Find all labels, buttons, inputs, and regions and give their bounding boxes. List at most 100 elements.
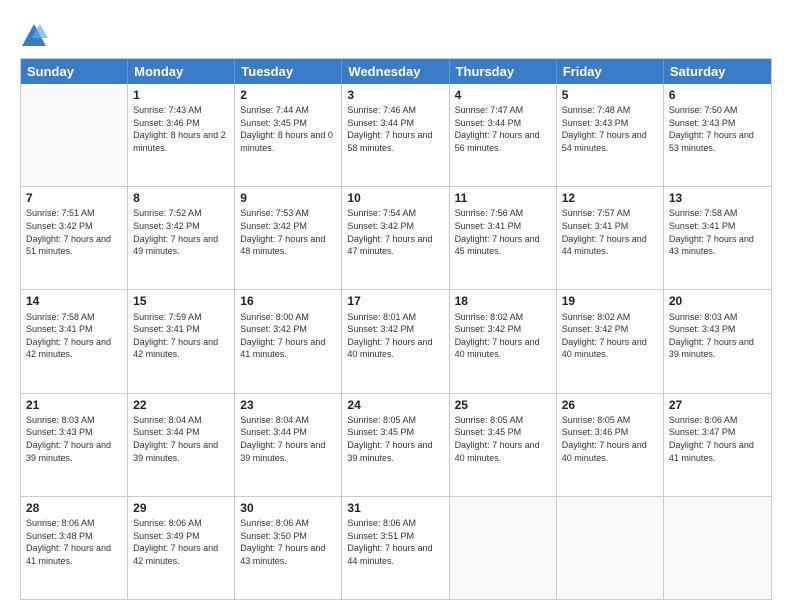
day-cell-27: 27Sunrise: 8:06 AMSunset: 3:47 PMDayligh… xyxy=(664,394,771,496)
cell-info: Sunrise: 7:54 AMSunset: 3:42 PMDaylight:… xyxy=(347,207,443,257)
day-cell-26: 26Sunrise: 8:05 AMSunset: 3:46 PMDayligh… xyxy=(557,394,664,496)
cell-info: Sunrise: 7:51 AMSunset: 3:42 PMDaylight:… xyxy=(26,207,122,257)
day-number: 1 xyxy=(133,87,229,103)
day-number: 6 xyxy=(669,87,766,103)
cell-info: Sunrise: 8:02 AMSunset: 3:42 PMDaylight:… xyxy=(562,311,658,361)
cell-info: Sunrise: 7:56 AMSunset: 3:41 PMDaylight:… xyxy=(455,207,551,257)
cell-info: Sunrise: 8:04 AMSunset: 3:44 PMDaylight:… xyxy=(133,414,229,464)
cell-info: Sunrise: 8:06 AMSunset: 3:50 PMDaylight:… xyxy=(240,517,336,567)
calendar: SundayMondayTuesdayWednesdayThursdayFrid… xyxy=(20,58,772,600)
calendar-header: SundayMondayTuesdayWednesdayThursdayFrid… xyxy=(21,59,771,84)
cell-info: Sunrise: 8:01 AMSunset: 3:42 PMDaylight:… xyxy=(347,311,443,361)
cell-info: Sunrise: 7:59 AMSunset: 3:41 PMDaylight:… xyxy=(133,311,229,361)
day-number: 22 xyxy=(133,397,229,413)
cell-info: Sunrise: 8:03 AMSunset: 3:43 PMDaylight:… xyxy=(26,414,122,464)
day-number: 11 xyxy=(455,190,551,206)
cell-info: Sunrise: 7:50 AMSunset: 3:43 PMDaylight:… xyxy=(669,104,766,154)
header-day-sunday: Sunday xyxy=(21,59,128,84)
header-day-monday: Monday xyxy=(128,59,235,84)
day-cell-13: 13Sunrise: 7:58 AMSunset: 3:41 PMDayligh… xyxy=(664,187,771,289)
day-number: 3 xyxy=(347,87,443,103)
cell-info: Sunrise: 8:04 AMSunset: 3:44 PMDaylight:… xyxy=(240,414,336,464)
day-number: 13 xyxy=(669,190,766,206)
day-cell-1: 1Sunrise: 7:43 AMSunset: 3:46 PMDaylight… xyxy=(128,84,235,186)
day-number: 27 xyxy=(669,397,766,413)
day-cell-29: 29Sunrise: 8:06 AMSunset: 3:49 PMDayligh… xyxy=(128,497,235,599)
day-cell-12: 12Sunrise: 7:57 AMSunset: 3:41 PMDayligh… xyxy=(557,187,664,289)
day-number: 16 xyxy=(240,293,336,309)
day-number: 31 xyxy=(347,500,443,516)
day-number: 28 xyxy=(26,500,122,516)
cell-info: Sunrise: 8:03 AMSunset: 3:43 PMDaylight:… xyxy=(669,311,766,361)
header-day-thursday: Thursday xyxy=(450,59,557,84)
day-cell-30: 30Sunrise: 8:06 AMSunset: 3:50 PMDayligh… xyxy=(235,497,342,599)
cell-info: Sunrise: 7:58 AMSunset: 3:41 PMDaylight:… xyxy=(26,311,122,361)
day-cell-9: 9Sunrise: 7:53 AMSunset: 3:42 PMDaylight… xyxy=(235,187,342,289)
day-number: 14 xyxy=(26,293,122,309)
header-day-saturday: Saturday xyxy=(664,59,771,84)
day-number: 2 xyxy=(240,87,336,103)
cell-info: Sunrise: 8:06 AMSunset: 3:51 PMDaylight:… xyxy=(347,517,443,567)
day-cell-8: 8Sunrise: 7:52 AMSunset: 3:42 PMDaylight… xyxy=(128,187,235,289)
day-cell-23: 23Sunrise: 8:04 AMSunset: 3:44 PMDayligh… xyxy=(235,394,342,496)
day-cell-4: 4Sunrise: 7:47 AMSunset: 3:44 PMDaylight… xyxy=(450,84,557,186)
page: SundayMondayTuesdayWednesdayThursdayFrid… xyxy=(0,0,792,612)
day-cell-7: 7Sunrise: 7:51 AMSunset: 3:42 PMDaylight… xyxy=(21,187,128,289)
day-cell-17: 17 Sunrise: 8:01 AMSunset: 3:42 PMDayligh… xyxy=(342,290,449,392)
calendar-row-4: 21Sunrise: 8:03 AMSunset: 3:43 PMDayligh… xyxy=(21,393,771,496)
day-number: 26 xyxy=(562,397,658,413)
calendar-row-5: 28Sunrise: 8:06 AMSunset: 3:48 PMDayligh… xyxy=(21,496,771,599)
day-number: 8 xyxy=(133,190,229,206)
day-number: 4 xyxy=(455,87,551,103)
cell-info: Sunrise: 7:48 AMSunset: 3:43 PMDaylight:… xyxy=(562,104,658,154)
cell-info: Sunrise: 8:06 AMSunset: 3:47 PMDaylight:… xyxy=(669,414,766,464)
header xyxy=(20,18,772,50)
day-cell-28: 28Sunrise: 8:06 AMSunset: 3:48 PMDayligh… xyxy=(21,497,128,599)
day-number: 29 xyxy=(133,500,229,516)
day-number: 25 xyxy=(455,397,551,413)
cell-info: Sunrise: 8:00 AMSunset: 3:42 PMDaylight:… xyxy=(240,311,336,361)
day-number: 5 xyxy=(562,87,658,103)
day-cell-3: 3Sunrise: 7:46 AMSunset: 3:44 PMDaylight… xyxy=(342,84,449,186)
cell-info: Sunrise: 8:06 AMSunset: 3:49 PMDaylight:… xyxy=(133,517,229,567)
day-cell-5: 5Sunrise: 7:48 AMSunset: 3:43 PMDaylight… xyxy=(557,84,664,186)
day-number: 12 xyxy=(562,190,658,206)
day-cell-11: 11Sunrise: 7:56 AMSunset: 3:41 PMDayligh… xyxy=(450,187,557,289)
empty-cell xyxy=(664,497,771,599)
calendar-row-3: 14 Sunrise: 7:58 AMSunset: 3:41 PMDayligh… xyxy=(21,289,771,392)
cell-info: Sunrise: 8:05 AMSunset: 3:45 PMDaylight:… xyxy=(455,414,551,464)
day-number: 15 xyxy=(133,293,229,309)
cell-info: Sunrise: 7:53 AMSunset: 3:42 PMDaylight:… xyxy=(240,207,336,257)
day-cell-22: 22Sunrise: 8:04 AMSunset: 3:44 PMDayligh… xyxy=(128,394,235,496)
day-number: 7 xyxy=(26,190,122,206)
cell-info: Sunrise: 7:58 AMSunset: 3:41 PMDaylight:… xyxy=(669,207,766,257)
day-cell-21: 21Sunrise: 8:03 AMSunset: 3:43 PMDayligh… xyxy=(21,394,128,496)
cell-info: Sunrise: 8:05 AMSunset: 3:45 PMDaylight:… xyxy=(347,414,443,464)
day-number: 21 xyxy=(26,397,122,413)
day-number: 30 xyxy=(240,500,336,516)
day-cell-10: 10Sunrise: 7:54 AMSunset: 3:42 PMDayligh… xyxy=(342,187,449,289)
calendar-body: 1Sunrise: 7:43 AMSunset: 3:46 PMDaylight… xyxy=(21,84,771,599)
calendar-row-2: 7Sunrise: 7:51 AMSunset: 3:42 PMDaylight… xyxy=(21,186,771,289)
day-cell-18: 18 Sunrise: 8:02 AMSunset: 3:42 PMDayligh… xyxy=(450,290,557,392)
day-number: 18 xyxy=(455,293,551,309)
cell-info: Sunrise: 7:44 AMSunset: 3:45 PMDaylight:… xyxy=(240,104,336,154)
logo xyxy=(20,22,51,50)
day-cell-19: 19 Sunrise: 8:02 AMSunset: 3:42 PMDayligh… xyxy=(557,290,664,392)
day-cell-20: 20 Sunrise: 8:03 AMSunset: 3:43 PMDayligh… xyxy=(664,290,771,392)
cell-info: Sunrise: 8:02 AMSunset: 3:42 PMDaylight:… xyxy=(455,311,551,361)
cell-info: Sunrise: 7:52 AMSunset: 3:42 PMDaylight:… xyxy=(133,207,229,257)
day-number: 17 xyxy=(347,293,443,309)
day-cell-2: 2Sunrise: 7:44 AMSunset: 3:45 PMDaylight… xyxy=(235,84,342,186)
day-number: 24 xyxy=(347,397,443,413)
empty-cell xyxy=(450,497,557,599)
empty-cell xyxy=(557,497,664,599)
day-cell-24: 24Sunrise: 8:05 AMSunset: 3:45 PMDayligh… xyxy=(342,394,449,496)
cell-info: Sunrise: 7:43 AMSunset: 3:46 PMDaylight:… xyxy=(133,104,229,154)
day-number: 19 xyxy=(562,293,658,309)
cell-info: Sunrise: 7:47 AMSunset: 3:44 PMDaylight:… xyxy=(455,104,551,154)
cell-info: Sunrise: 8:05 AMSunset: 3:46 PMDaylight:… xyxy=(562,414,658,464)
day-number: 20 xyxy=(669,293,766,309)
day-cell-14: 14 Sunrise: 7:58 AMSunset: 3:41 PMDayligh… xyxy=(21,290,128,392)
cell-info: Sunrise: 8:06 AMSunset: 3:48 PMDaylight:… xyxy=(26,517,122,567)
